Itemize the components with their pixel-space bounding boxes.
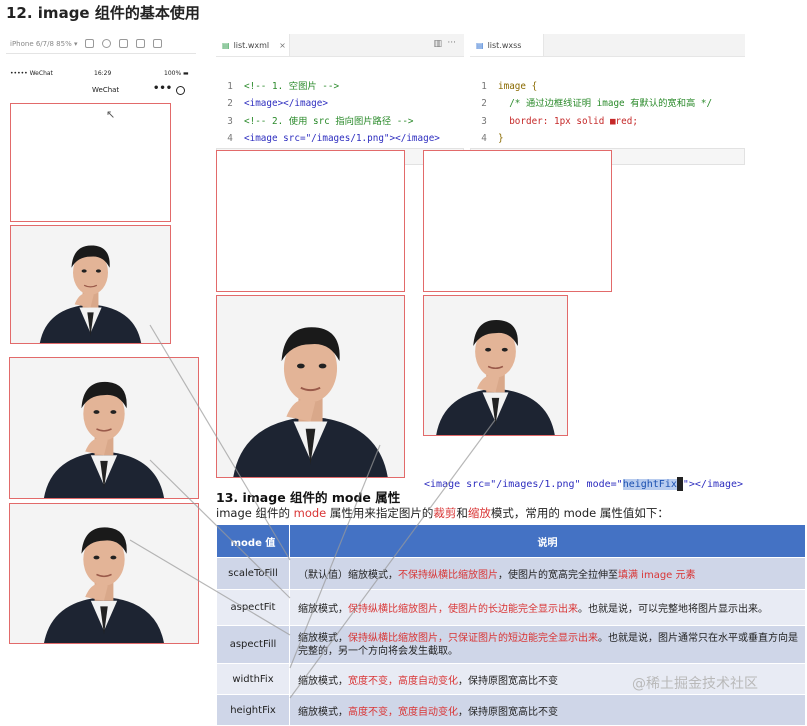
watermark-text: @稀土掘金技术社区 bbox=[632, 676, 758, 692]
arrow-line bbox=[129, 539, 291, 636]
arrow-line bbox=[289, 419, 496, 699]
arrow-line bbox=[289, 444, 381, 669]
connector-arrows bbox=[129, 324, 496, 699]
arrow-line bbox=[149, 324, 291, 561]
arrow-line bbox=[149, 459, 291, 599]
